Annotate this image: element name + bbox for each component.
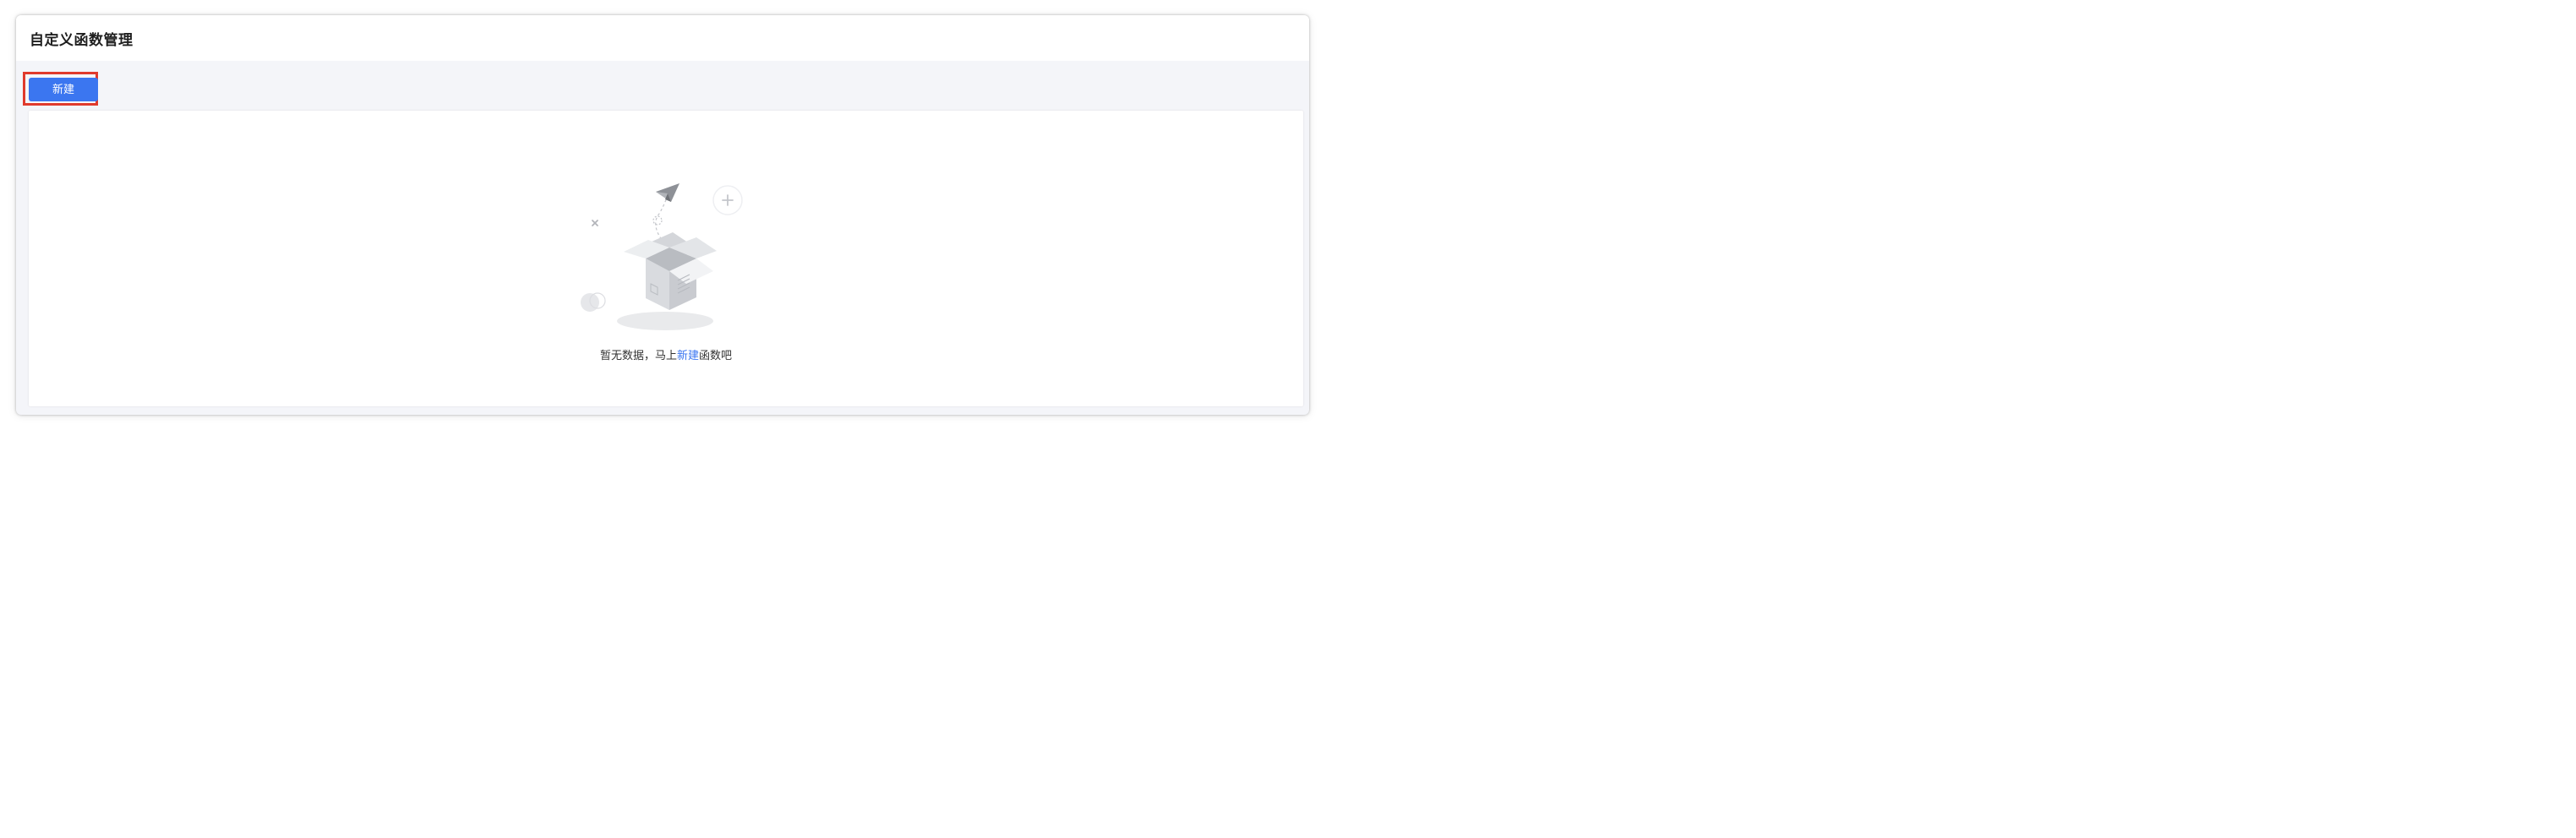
empty-box-icon xyxy=(581,183,743,330)
page-title: 自定义函数管理 xyxy=(30,32,134,48)
content-card: 暂无数据，马上新建函数吧 xyxy=(29,111,1303,406)
empty-text-before: 暂无数据，马上 xyxy=(599,349,677,362)
empty-new-link[interactable]: 新建 xyxy=(677,349,699,362)
empty-state-text: 暂无数据，马上新建函数吧 xyxy=(29,346,1303,362)
page-header: 自定义函数管理 xyxy=(16,15,1309,61)
toolbar: 新建 xyxy=(16,61,1309,111)
new-button[interactable]: 新建 xyxy=(29,78,98,101)
empty-text-after: 函数吧 xyxy=(699,349,733,362)
app-window: 自定义函数管理 新建 暂无数据，马上新建函数吧 xyxy=(16,15,1309,415)
